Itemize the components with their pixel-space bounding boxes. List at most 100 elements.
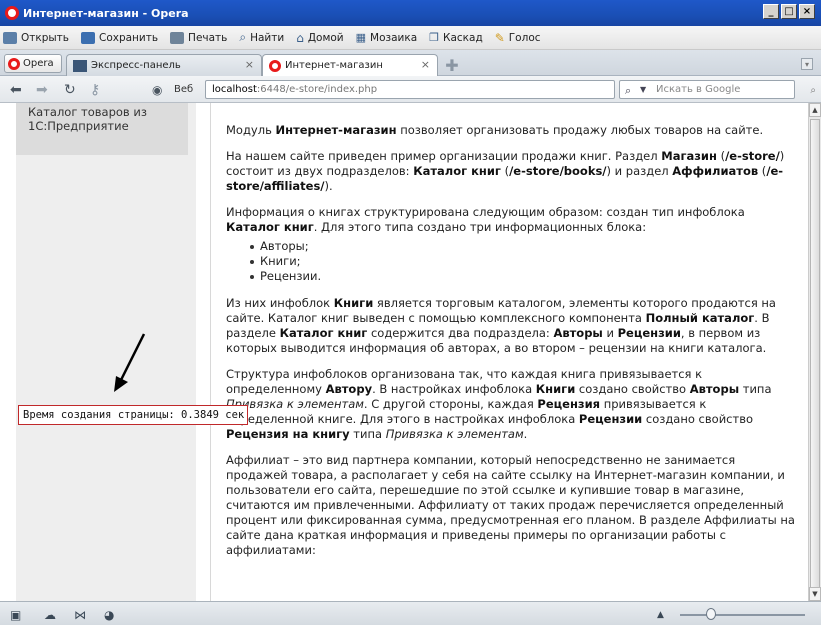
text: . В настройках инфоблока — [372, 382, 536, 396]
key-icon[interactable]: ⚷ — [90, 82, 100, 98]
bold-text: Каталог книг — [279, 326, 368, 340]
title-bar: Интернет-магазин - Opera _ □ × — [0, 0, 821, 26]
cloud-icon[interactable]: ☁ — [44, 608, 56, 622]
close-button[interactable]: × — [799, 4, 815, 19]
cascade-button[interactable]: ❐ Каскад — [429, 31, 483, 44]
text: . — [523, 427, 528, 441]
column-divider — [210, 103, 211, 601]
tab-speed-dial[interactable]: Экспресс-панель × — [66, 54, 262, 76]
bold-text: Полный каталог — [645, 311, 755, 325]
close-tab-icon[interactable]: × — [421, 58, 430, 71]
text: На нашем сайте приведен пример организац… — [226, 149, 662, 163]
find-label: Найти — [250, 31, 285, 44]
bold-text: Аффилиатов — [672, 164, 759, 178]
zoom-slider[interactable] — [680, 614, 805, 616]
scroll-up-icon[interactable]: ▲ — [809, 103, 821, 117]
bold-text: Рецензии — [578, 412, 643, 426]
infoblock-list: Авторы; Книги; Рецензии. — [250, 239, 796, 284]
opera-menu-label: Opera — [23, 58, 54, 69]
text: ( — [500, 164, 510, 178]
minimize-button[interactable]: _ — [763, 4, 779, 19]
bold-text: Авторы — [689, 382, 740, 396]
tab-e-store[interactable]: Интернет-магазин × — [262, 54, 438, 76]
bold-text: Книги — [535, 382, 576, 396]
search-icon: ⌕ — [239, 30, 247, 44]
paragraph-intro: Модуль Интернет-магазин позволяет органи… — [226, 123, 796, 138]
opera-logo-icon — [8, 57, 20, 70]
bold-text: Автору — [325, 382, 373, 396]
window-controls: _ □ × — [763, 4, 815, 19]
home-button[interactable]: ⌂ Домой — [296, 31, 343, 45]
text: Модуль — [226, 123, 276, 137]
search-field[interactable]: ⌕ ▼ Искать в Google — [619, 80, 795, 99]
bold-text: Интернет-магазин — [275, 123, 397, 137]
tab-bar: Opera Экспресс-панель × Интернет-магазин… — [0, 50, 821, 76]
zoom-slider-knob[interactable] — [706, 608, 716, 620]
bold-text: Магазин — [661, 149, 717, 163]
tile-button[interactable]: ▦ Мозаика — [356, 31, 418, 44]
address-bar: ⬅ ➡ ↻ ⚷ ◉ Веб localhost:6448/e-store/ind… — [0, 76, 821, 103]
scroll-down-icon[interactable]: ▼ — [809, 587, 821, 601]
text: создано свойство — [575, 382, 690, 396]
sidebar-item-catalog-1c[interactable]: Каталог товаров из 1С:Предприятие — [16, 103, 188, 155]
sidebar-item-label: Каталог товаров из 1С:Предприятие — [28, 105, 147, 134]
text: типа — [739, 382, 772, 396]
bold-text: Каталог книг — [413, 164, 501, 178]
reload-icon[interactable]: ↻ — [64, 82, 76, 98]
close-tab-icon[interactable]: × — [245, 58, 254, 71]
bold-text: Рецензии — [617, 326, 681, 340]
save-button[interactable]: Сохранить — [80, 31, 159, 44]
opera-logo-icon — [5, 6, 19, 20]
panel-icon[interactable]: ▣ — [10, 608, 21, 622]
print-label: Печать — [188, 31, 228, 44]
maximize-button[interactable]: □ — [781, 4, 797, 19]
voice-button[interactable]: ✎ Голос — [495, 31, 541, 45]
closed-tabs-icon[interactable]: ▾ — [801, 58, 813, 70]
text: ( — [716, 149, 726, 163]
text: . С другой стороны, каждая — [363, 397, 538, 411]
voice-label: Голос — [508, 31, 541, 44]
panel-toggle-icon[interactable]: ⌕ — [810, 85, 816, 96]
share-icon[interactable]: ⋈ — [74, 608, 86, 622]
open-button[interactable]: Открыть — [3, 31, 69, 44]
new-tab-icon[interactable]: ✚ — [442, 56, 462, 75]
left-sidebar — [16, 103, 196, 601]
open-label: Открыть — [21, 31, 69, 44]
back-icon[interactable]: ⬅ — [10, 82, 22, 98]
list-item: Рецензии. — [250, 269, 796, 284]
scroll-thumb[interactable] — [810, 119, 820, 589]
text: содержится два подраздела: — [367, 326, 554, 340]
paragraph-sections: На нашем сайте приведен пример организац… — [226, 149, 796, 194]
text: и — [602, 326, 618, 340]
status-bar: ▣ ☁ ⋈ ◕ ▲ — [0, 601, 821, 625]
speed-icon[interactable]: ◕ — [104, 608, 114, 622]
url-field[interactable]: localhost:6448/e-store/index.php — [205, 80, 615, 99]
list-item: Книги; — [250, 254, 796, 269]
tab-label: Интернет-магазин — [285, 60, 383, 71]
bold-text: /e-store/ — [725, 149, 780, 163]
bold-text: Каталог книг — [226, 220, 314, 234]
annotation-arrow-icon — [114, 333, 146, 392]
article-body: Модуль Интернет-магазин позволяет органи… — [226, 123, 796, 569]
search-icon: ⌕ — [625, 84, 632, 97]
bold-text: Книги — [333, 296, 374, 310]
bold-text: /e-store/books/ — [509, 164, 607, 178]
forward-icon[interactable]: ➡ — [36, 82, 48, 98]
save-label: Сохранить — [98, 31, 159, 44]
list-item: Авторы; — [250, 239, 796, 254]
voice-icon: ✎ — [494, 30, 505, 45]
paragraph-structure: Информация о книгах структурирована след… — [226, 205, 796, 235]
find-button[interactable]: ⌕ Найти — [239, 30, 284, 45]
opera-page-icon — [269, 59, 281, 72]
tile-icon: ▦ — [355, 31, 367, 44]
zoom-out-icon[interactable]: ▲ — [657, 610, 664, 620]
vertical-scrollbar[interactable]: ▲ ▼ — [808, 103, 821, 601]
page-generation-time: Время создания страницы: 0.3849 сек — [18, 405, 248, 425]
print-button[interactable]: Печать — [170, 31, 228, 44]
text: позволяет организовать продажу любых тов… — [396, 123, 764, 137]
url-host: localhost — [212, 84, 257, 95]
search-engine-dropdown-icon[interactable]: ▼ — [640, 85, 646, 94]
url-path: :6448/e-store/index.php — [256, 84, 378, 95]
opera-menu-button[interactable]: Opera — [4, 54, 62, 73]
text: ) и раздел — [606, 164, 673, 178]
